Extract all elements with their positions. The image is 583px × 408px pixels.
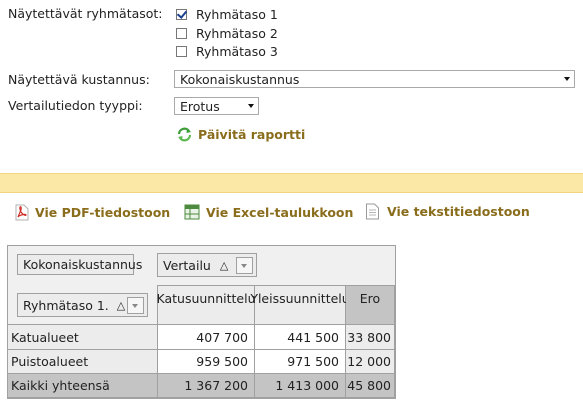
excel-icon <box>184 204 200 220</box>
group-level-3-label: Ryhmätaso 3 <box>196 44 278 59</box>
group-level-2-label: Ryhmätaso 2 <box>196 26 278 41</box>
total-cell: 1 367 200 <box>158 374 255 398</box>
chevron-down-icon <box>248 104 254 108</box>
data-field-label: Kokonaiskustannus <box>23 257 143 272</box>
refresh-icon <box>177 127 192 142</box>
column-header: Katusuunnittelu <box>156 285 256 325</box>
group-levels-label: Näytettävät ryhmätasot: <box>8 6 163 21</box>
export-pdf-link[interactable]: Vie PDF-tiedostoon <box>14 204 170 221</box>
group-level-1-checkbox[interactable] <box>176 9 187 20</box>
group-level-2-option[interactable]: Ryhmätaso 2 <box>176 26 278 41</box>
row-header: Puistoalueet <box>8 350 158 374</box>
row-filter-dropdown[interactable] <box>127 297 144 314</box>
compare-type-label: Vertailutiedon tyyppi: <box>8 98 143 113</box>
column-header: Yleissuunnittelu <box>250 285 350 325</box>
total-row-header: Kaikki yhteensä <box>8 374 158 398</box>
column-field-label: Vertailu <box>163 257 211 273</box>
row-header: Katualueet <box>8 325 158 350</box>
group-level-1-label: Ryhmätaso 1 <box>196 7 278 22</box>
table-cell-difference: 33 800 <box>346 325 395 350</box>
table-cell: 441 500 <box>255 325 346 350</box>
group-level-3-option[interactable]: Ryhmätaso 3 <box>176 44 278 59</box>
pdf-icon <box>15 204 29 221</box>
table-cell: 971 500 <box>255 350 346 374</box>
refresh-report-label: Päivitä raportti <box>198 127 306 142</box>
cost-select-value: Kokonaiskustannus <box>180 71 300 87</box>
export-excel-label: Vie Excel-taulukkoon <box>206 204 354 220</box>
compare-type-select[interactable]: Erotus <box>174 97 259 115</box>
export-text-link[interactable]: Vie tekstitiedostoon <box>365 203 530 220</box>
export-pdf-label: Vie PDF-tiedostoon <box>35 205 171 220</box>
table-cell: 959 500 <box>158 350 255 374</box>
row-field-label: Ryhmätaso 1. <box>23 297 109 313</box>
group-level-3-checkbox[interactable] <box>176 46 187 57</box>
section-divider-band <box>0 173 583 193</box>
table-cell-difference: 12 000 <box>346 350 395 374</box>
text-file-icon <box>366 203 379 220</box>
column-header-total: Ero <box>346 285 395 325</box>
cost-select[interactable]: Kokonaiskustannus <box>174 70 575 88</box>
sort-ascending-icon[interactable]: △ <box>117 299 125 312</box>
group-level-2-checkbox[interactable] <box>176 28 187 39</box>
compare-type-value: Erotus <box>180 98 220 114</box>
export-text-label: Vie tekstitiedostoon <box>387 204 530 219</box>
total-cell-difference: 45 800 <box>346 374 395 398</box>
chevron-down-icon <box>564 77 570 81</box>
row-field-button[interactable]: Ryhmätaso 1. △ <box>17 293 148 317</box>
column-field-button[interactable]: Vertailu △ <box>157 253 257 277</box>
data-field-button[interactable]: Kokonaiskustannus <box>17 254 142 275</box>
total-cell: 1 413 000 <box>255 374 346 398</box>
sort-ascending-icon[interactable]: △ <box>220 259 228 272</box>
cost-label: Näytettävä kustannus: <box>8 72 150 87</box>
export-excel-link[interactable]: Vie Excel-taulukkoon <box>184 204 353 220</box>
column-filter-dropdown[interactable] <box>236 257 253 274</box>
group-level-1-option[interactable]: Ryhmätaso 1 <box>176 7 278 22</box>
table-cell: 407 700 <box>158 325 255 350</box>
refresh-report-button[interactable]: Päivitä raportti <box>176 126 305 143</box>
